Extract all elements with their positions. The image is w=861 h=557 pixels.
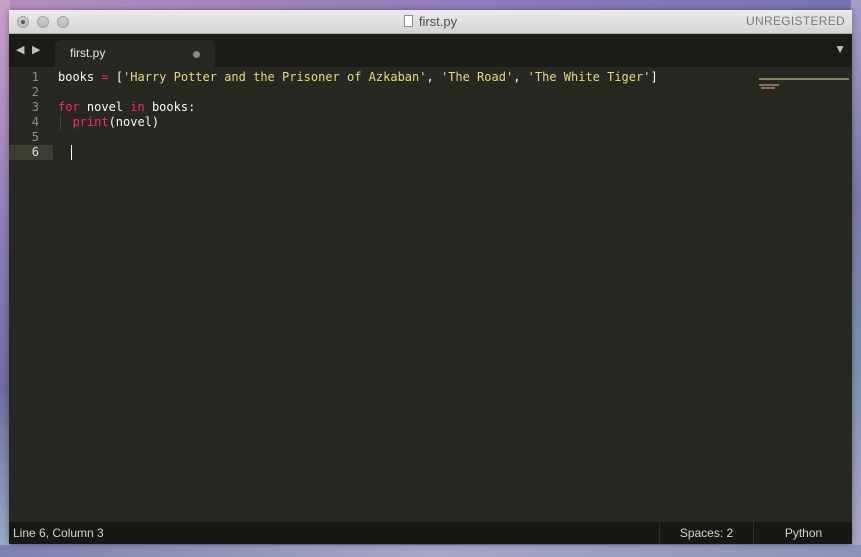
- minimap-line: [759, 78, 849, 80]
- code-token: novel: [79, 100, 131, 114]
- file-icon: [403, 14, 413, 27]
- line-number-gutter: 1 2 3 4 5 6: [9, 67, 53, 522]
- window-title-text: first.py: [418, 14, 458, 29]
- code-line: print(novel): [58, 115, 159, 130]
- code-token: (novel): [108, 115, 160, 129]
- minimap-line: [761, 87, 775, 89]
- line-number: 3: [31, 100, 39, 114]
- code-line: books = ['Harry Potter and the Prisoner …: [58, 70, 658, 85]
- tab-first-py[interactable]: first.py: [55, 40, 215, 67]
- code-editor[interactable]: 1 2 3 4 5 6 books = ['Harry Potter and t…: [9, 67, 852, 522]
- status-bar: Line 6, Column 3 Spaces: 2 Python: [9, 522, 852, 544]
- nav-back-icon[interactable]: ◀: [16, 43, 24, 56]
- tab-label: first.py: [70, 46, 106, 60]
- minimap-line: [759, 84, 779, 86]
- tab-menu-icon[interactable]: ▼: [834, 42, 846, 56]
- code-token: books:: [144, 100, 196, 114]
- code-token: ,: [513, 70, 528, 84]
- string-token: 'The Road': [440, 70, 514, 84]
- line-number: 5: [31, 130, 39, 144]
- keyword-token: =: [101, 70, 109, 84]
- title-bar: first.py UNREGISTERED: [9, 10, 852, 34]
- line-number: 1: [31, 70, 39, 84]
- minimap[interactable]: [759, 78, 849, 90]
- window-title: first.py: [9, 10, 852, 33]
- nav-forward-icon[interactable]: ▶: [32, 43, 40, 56]
- editor-window: first.py UNREGISTERED ◀ ▶ first.py ▼ 1 2…: [9, 10, 852, 544]
- desktop-background-right: [851, 0, 861, 557]
- keyword-token: in: [130, 100, 145, 114]
- indentation-selector[interactable]: Spaces: 2: [659, 522, 753, 544]
- line-number: 2: [31, 85, 39, 99]
- desktop-background-bottom: [0, 545, 861, 557]
- code-token: ,: [426, 70, 441, 84]
- cursor-position: Line 6, Column 3: [13, 526, 104, 540]
- unsaved-dot-icon[interactable]: [193, 51, 200, 58]
- indent-guide: [60, 115, 62, 130]
- syntax-selector[interactable]: Python: [753, 522, 853, 544]
- keyword-token: for: [58, 100, 80, 114]
- code-token: books: [58, 70, 102, 84]
- code-line: for novel in books:: [58, 100, 195, 115]
- keyword-token: print: [72, 115, 109, 129]
- registration-status: UNREGISTERED: [746, 14, 845, 28]
- code-token: ]: [650, 70, 658, 84]
- string-token: 'Harry Potter and the Prisoner of Azkaba…: [123, 70, 427, 84]
- code-token: [: [108, 70, 124, 84]
- line-number-current: 6: [31, 145, 39, 159]
- string-token: 'The White Tiger': [527, 70, 651, 84]
- text-caret: [71, 145, 72, 160]
- line-number: 4: [31, 115, 39, 129]
- tab-bar: ◀ ▶ first.py ▼: [9, 34, 852, 67]
